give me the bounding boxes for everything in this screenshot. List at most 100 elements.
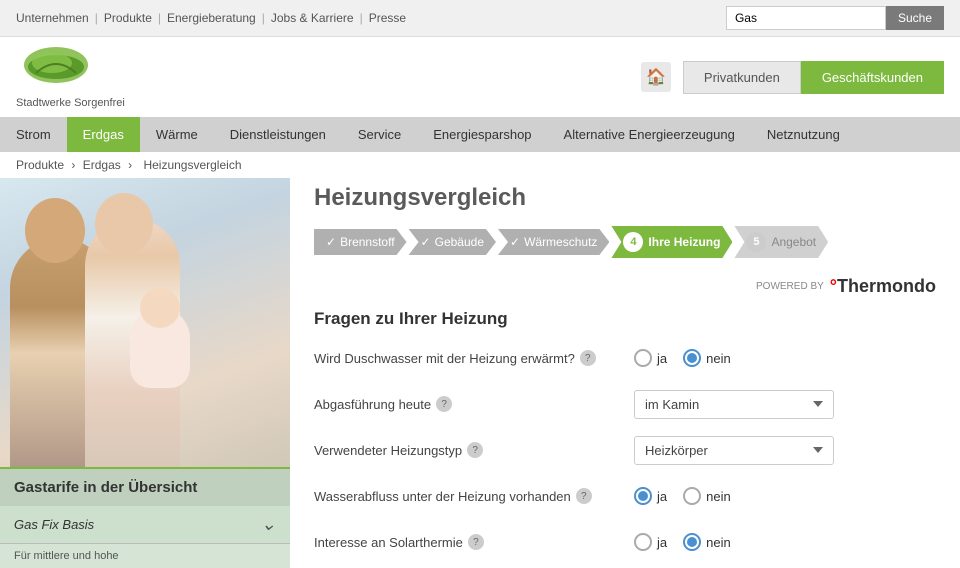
geschaeftskunden-tab[interactable]: Geschäftskunden (801, 61, 944, 94)
left-bottom: Gastarife in der Übersicht Gas Fix Basis… (0, 467, 290, 568)
help-icon-solarthermie[interactable]: ? (468, 534, 484, 550)
nav-waerme[interactable]: Wärme (140, 117, 214, 152)
gas-fix-label: Gas Fix Basis (14, 517, 94, 532)
step-label: Gebäude (435, 235, 484, 249)
top-nav-presse[interactable]: Presse (369, 11, 406, 25)
help-icon-wasserabfluss[interactable]: ? (576, 488, 592, 504)
label-duschwasser: Wird Duschwasser mit der Heizung erwärmt… (314, 350, 634, 366)
radio-circle (683, 487, 701, 505)
radio-solarthermie-nein[interactable]: nein (683, 533, 731, 551)
nav-alternative-energie[interactable]: Alternative Energieerzeugung (548, 117, 751, 152)
help-icon-duschwasser[interactable]: ? (580, 350, 596, 366)
breadcrumb-erdgas[interactable]: Erdgas (83, 158, 121, 172)
radio-wasserabfluss: ja nein (634, 487, 731, 505)
header: Stadtwerke Sorgenfrei 🏠 Privatkunden Ges… (0, 37, 960, 117)
logo-text: Stadtwerke Sorgenfrei (16, 97, 125, 109)
form-row-solarthermie: Interesse an Solarthermie ? ja nein (314, 527, 936, 557)
step-label: Ihre Heizung (648, 235, 720, 249)
main-navigation: Strom Erdgas Wärme Dienstleistungen Serv… (0, 117, 960, 152)
radio-circle-checked (683, 533, 701, 551)
top-nav-energieberatung[interactable]: Energieberatung (167, 11, 256, 25)
content-area: Gastarife in der Übersicht Gas Fix Basis… (0, 178, 960, 568)
form-row-duschwasser: Wird Duschwasser mit der Heizung erwärmt… (314, 343, 936, 373)
thermondo-dot: ° (830, 276, 837, 296)
nav-dienstleistungen[interactable]: Dienstleistungen (214, 117, 342, 152)
checkmark-icon: ✓ (326, 235, 336, 249)
radio-circle (634, 349, 652, 367)
form-row-heizungstyp: Verwendeter Heizungstyp ? Heizkörper Fuß… (314, 435, 936, 465)
right-panel: Heizungsvergleich ✓ Brennstoff ✓ Gebäude… (290, 178, 960, 568)
nav-netznutzung[interactable]: Netznutzung (751, 117, 856, 152)
nav-energiesparshop[interactable]: Energiesparshop (417, 117, 547, 152)
top-nav-produkte[interactable]: Produkte (104, 11, 152, 25)
breadcrumb-produkte[interactable]: Produkte (16, 158, 64, 172)
radio-duschwasser-nein[interactable]: nein (683, 349, 731, 367)
step-ihre-heizung: 4 Ihre Heizung (611, 226, 732, 258)
form-row-wasserabfluss: Wasserabfluss unter der Heizung vorhande… (314, 481, 936, 511)
label-abgasfuehrung: Abgasführung heute ? (314, 396, 634, 412)
radio-label: nein (706, 489, 731, 504)
gas-fix-sub: Für mittlere und hohe (0, 544, 290, 568)
radio-solarthermie-ja[interactable]: ja (634, 533, 667, 551)
search-input[interactable] (726, 6, 886, 30)
radio-duschwasser: ja nein (634, 349, 731, 367)
page-title: Heizungsvergleich (314, 184, 936, 212)
radio-duschwasser-ja[interactable]: ja (634, 349, 667, 367)
progress-steps: ✓ Brennstoff ✓ Gebäude ✓ Wärmeschutz 4 I… (314, 226, 936, 258)
top-bar: Unternehmen | Produkte | Energieberatung… (0, 0, 960, 37)
step-number: 4 (623, 232, 643, 252)
thermondo-logo: °Thermondo (830, 276, 936, 297)
step-waermeschutz: ✓ Wärmeschutz (498, 229, 609, 255)
radio-label: nein (706, 535, 731, 550)
family-photo (0, 178, 290, 468)
radio-label: ja (657, 351, 667, 366)
nav-service[interactable]: Service (342, 117, 417, 152)
step-angebot: 5 Angebot (734, 226, 828, 258)
label-solarthermie: Interesse an Solarthermie ? (314, 534, 634, 550)
radio-label: nein (706, 351, 731, 366)
step-label: Angebot (771, 235, 816, 249)
help-icon-abgas[interactable]: ? (436, 396, 452, 412)
step-label: Wärmeschutz (524, 235, 597, 249)
help-icon-heizungstyp[interactable]: ? (467, 442, 483, 458)
top-navigation: Unternehmen | Produkte | Energieberatung… (16, 11, 406, 25)
radio-solarthermie: ja nein (634, 533, 731, 551)
nav-erdgas[interactable]: Erdgas (67, 117, 140, 152)
left-panel: Gastarife in der Übersicht Gas Fix Basis… (0, 178, 290, 568)
search-button[interactable]: Suche (886, 6, 944, 30)
header-right: 🏠 Privatkunden Geschäftskunden (641, 61, 944, 94)
dropdown-abgasfuehrung[interactable]: im Kamin Außenwand Dach (634, 390, 834, 419)
search-bar: Suche (726, 6, 944, 30)
top-nav-jobs[interactable]: Jobs & Karriere (271, 11, 354, 25)
logo-image (16, 45, 96, 95)
powered-by-label: POWERED BY (756, 281, 824, 292)
privatkunden-tab[interactable]: Privatkunden (683, 61, 801, 94)
radio-circle-checked (634, 487, 652, 505)
breadcrumb: Produkte › Erdgas › Heizungsvergleich (0, 152, 960, 178)
label-heizungstyp: Verwendeter Heizungstyp ? (314, 442, 634, 458)
customer-tabs: Privatkunden Geschäftskunden (683, 61, 944, 94)
radio-label: ja (657, 535, 667, 550)
checkmark-icon: ✓ (421, 235, 431, 249)
top-nav-unternehmen[interactable]: Unternehmen (16, 11, 89, 25)
radio-wasserabfluss-nein[interactable]: nein (683, 487, 731, 505)
breadcrumb-current: Heizungsvergleich (143, 158, 241, 172)
dropdown-heizungstyp[interactable]: Heizkörper Fußbodenheizung Wandheizung (634, 436, 834, 465)
home-button[interactable]: 🏠 (641, 62, 671, 92)
gas-fix-item[interactable]: Gas Fix Basis ⌄ (0, 506, 290, 544)
step-brennstoff: ✓ Brennstoff (314, 229, 407, 255)
radio-wasserabfluss-ja[interactable]: ja (634, 487, 667, 505)
checkmark-icon: ✓ (510, 235, 520, 249)
section-title: Fragen zu Ihrer Heizung (314, 309, 936, 329)
step-number: 5 (746, 232, 766, 252)
powered-by-section: POWERED BY °Thermondo (314, 276, 936, 297)
step-label: Brennstoff (340, 235, 394, 249)
gastarife-banner: Gastarife in der Übersicht (0, 467, 290, 506)
form-row-abgasfuehrung: Abgasführung heute ? im Kamin Außenwand … (314, 389, 936, 419)
logo-area: Stadtwerke Sorgenfrei (16, 45, 125, 109)
chevron-down-icon: ⌄ (261, 514, 276, 535)
radio-circle (634, 533, 652, 551)
step-gebaeude: ✓ Gebäude (409, 229, 496, 255)
radio-label: ja (657, 489, 667, 504)
nav-strom[interactable]: Strom (0, 117, 67, 152)
